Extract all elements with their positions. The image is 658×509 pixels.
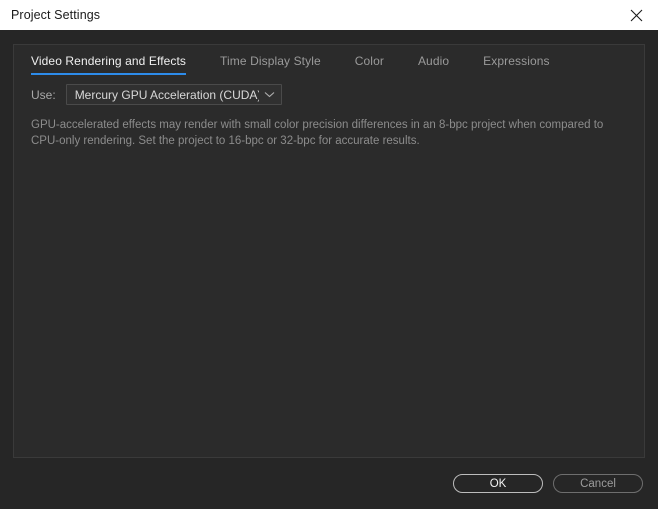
tab-video-rendering-and-effects[interactable]: Video Rendering and Effects [31,45,187,75]
settings-panel: Video Rendering and Effects Time Display… [13,44,645,458]
renderer-description: GPU-accelerated effects may render with … [31,119,604,147]
tab-active-indicator [31,73,187,75]
tab-time-display-style[interactable]: Time Display Style [220,45,321,75]
tab-label: Expressions [483,54,550,68]
window-title: Project Settings [11,8,101,22]
close-button[interactable] [614,0,658,30]
tab-audio[interactable]: Audio [418,45,449,75]
cancel-button[interactable]: Cancel [553,474,643,493]
tab-label: Video Rendering and Effects [31,54,187,68]
ok-button[interactable]: OK [453,474,543,493]
close-icon [630,9,643,22]
tab-expressions[interactable]: Expressions [483,45,549,75]
tab-color[interactable]: Color [355,45,384,75]
dialog-footer: OK Cancel [0,474,658,509]
cancel-button-label: Cancel [580,477,616,490]
tab-label: Time Display Style [220,54,321,68]
tab-bar: Video Rendering and Effects Time Display… [14,45,584,77]
tab-label: Audio [417,54,450,68]
window-titlebar: Project Settings [0,0,658,30]
tab-label: Color [354,54,384,68]
use-label: Use: [31,87,56,102]
chevron-down-icon [259,91,281,98]
renderer-dropdown-value: Mercury GPU Acceleration (CUDA) [74,87,259,102]
ok-button-label: OK [489,477,507,490]
dialog-body: Video Rendering and Effects Time Display… [0,30,658,509]
renderer-dropdown[interactable]: Mercury GPU Acceleration (CUDA) [65,84,282,105]
renderer-row: Use: Mercury GPU Acceleration (CUDA) [31,84,282,105]
